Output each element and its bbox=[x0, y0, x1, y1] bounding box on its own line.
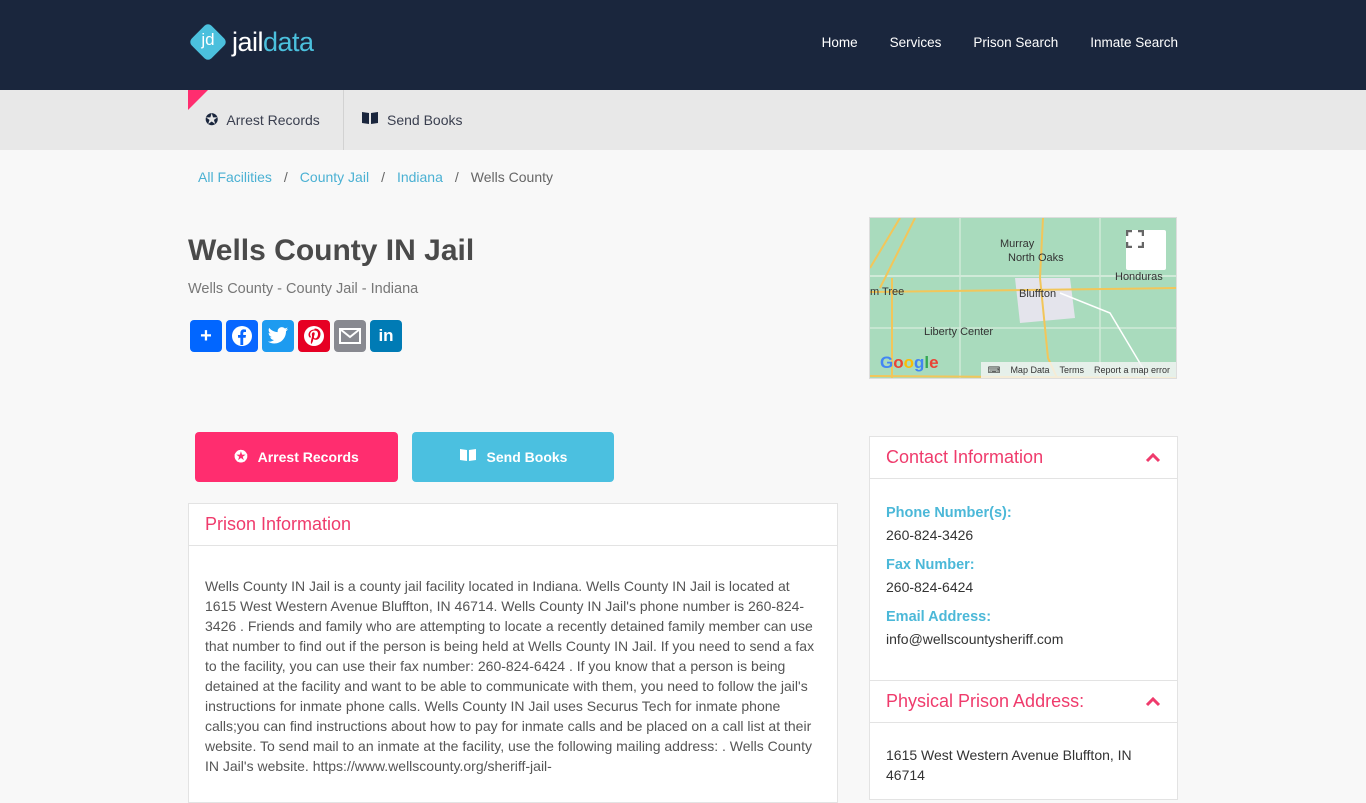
fullscreen-icon bbox=[1126, 230, 1144, 248]
map-label: Liberty Center bbox=[924, 326, 994, 338]
nav-inmate-search[interactable]: Inmate Search bbox=[1090, 35, 1178, 50]
arrest-records-button[interactable]: ✪ Arrest Records bbox=[195, 432, 398, 482]
breadcrumb-current: Wells County bbox=[470, 169, 553, 185]
phone-label: Phone Number(s): bbox=[886, 505, 1012, 521]
map-label: Honduras bbox=[1115, 271, 1163, 283]
fullscreen-button[interactable] bbox=[1126, 230, 1166, 270]
contact-information-panel: Contact Information Phone Number(s): 260… bbox=[869, 436, 1178, 681]
prison-information-panel: Prison Information Wells County IN Jail … bbox=[188, 503, 838, 803]
pinterest-icon[interactable] bbox=[298, 320, 330, 352]
panel-header[interactable]: Physical Prison Address: bbox=[870, 681, 1177, 723]
sub-nav: ✪ Arrest Records Send Books bbox=[0, 90, 1366, 150]
share-plus-icon[interactable]: + bbox=[190, 320, 222, 352]
site-header: jd jaildata Home Services Prison Search … bbox=[0, 0, 1366, 90]
breadcrumb: All Facilities / County Jail / Indiana /… bbox=[198, 169, 553, 185]
chevron-up-icon[interactable] bbox=[1145, 692, 1161, 711]
page-subtitle: Wells County - County Jail - Indiana bbox=[188, 281, 419, 297]
nav-home[interactable]: Home bbox=[822, 35, 858, 50]
address-value: 1615 West Western Avenue Bluffton, IN 46… bbox=[886, 747, 1132, 783]
subnav-send-books[interactable]: Send Books bbox=[361, 90, 463, 150]
map-terms-link[interactable]: Terms bbox=[1059, 365, 1084, 375]
subnav-divider bbox=[343, 90, 344, 150]
main-nav: Home Services Prison Search Inmate Searc… bbox=[822, 35, 1178, 50]
map-label: m Tree bbox=[870, 286, 905, 298]
email-value[interactable]: info@wellscountysheriff.com bbox=[886, 631, 1161, 647]
chevron-up-icon[interactable] bbox=[1145, 448, 1161, 467]
map-label: Bluffton bbox=[1019, 288, 1057, 300]
prison-description: Wells County IN Jail is a county jail fa… bbox=[205, 578, 815, 774]
map-label: North Oaks bbox=[1008, 252, 1064, 264]
sheriff-star-icon: ✪ bbox=[234, 449, 248, 466]
open-book-icon bbox=[459, 448, 477, 467]
sheriff-star-icon: ✪ bbox=[205, 112, 219, 129]
nav-prison-search[interactable]: Prison Search bbox=[973, 35, 1058, 50]
logo[interactable]: jd jaildata bbox=[188, 22, 314, 62]
breadcrumb-separator: / bbox=[283, 169, 288, 185]
email-icon[interactable] bbox=[334, 320, 366, 352]
page-title: Wells County IN Jail bbox=[188, 234, 475, 267]
keyboard-icon[interactable]: ⌨ bbox=[987, 365, 1000, 376]
panel-title: Contact Information bbox=[886, 447, 1044, 467]
nav-services[interactable]: Services bbox=[890, 35, 942, 50]
logo-text: jaildata bbox=[232, 26, 314, 57]
google-logo: Google bbox=[880, 353, 939, 372]
open-book-icon bbox=[361, 111, 379, 130]
map-label: Murray bbox=[1000, 238, 1035, 250]
subnav-arrest-records[interactable]: ✪ Arrest Records bbox=[205, 90, 320, 150]
share-bar: + in bbox=[190, 320, 402, 352]
panel-header[interactable]: Contact Information bbox=[870, 437, 1177, 479]
email-label: Email Address: bbox=[886, 609, 992, 625]
physical-address-panel: Physical Prison Address: 1615 West Weste… bbox=[869, 680, 1178, 800]
breadcrumb-county-jail[interactable]: County Jail bbox=[300, 169, 369, 185]
fax-value: 260-824-6424 bbox=[886, 579, 974, 595]
map-report-error-link[interactable]: Report a map error bbox=[1094, 365, 1170, 375]
breadcrumb-indiana[interactable]: Indiana bbox=[397, 169, 443, 185]
contact-details: Phone Number(s): 260-824-3426 Fax Number… bbox=[870, 479, 1177, 647]
facebook-icon[interactable] bbox=[226, 320, 258, 352]
logo-mark-icon: jd bbox=[188, 22, 228, 62]
map-data-link[interactable]: Map Data bbox=[1010, 365, 1049, 375]
fax-label: Fax Number: bbox=[886, 557, 975, 573]
linkedin-icon[interactable]: in bbox=[370, 320, 402, 352]
panel-title: Physical Prison Address: bbox=[886, 691, 1085, 711]
send-books-button[interactable]: Send Books bbox=[412, 432, 614, 482]
phone-value[interactable]: 260-824-3426 bbox=[886, 527, 1161, 543]
breadcrumb-all-facilities[interactable]: All Facilities bbox=[198, 169, 272, 185]
map-footer: ⌨ Map Data Terms Report a map error bbox=[981, 362, 1176, 378]
location-map[interactable]: Murray North Oaks Honduras m Tree Blufft… bbox=[869, 217, 1177, 379]
twitter-icon[interactable] bbox=[262, 320, 294, 352]
breadcrumb-separator: / bbox=[454, 169, 459, 185]
breadcrumb-separator: / bbox=[381, 169, 385, 185]
panel-header: Prison Information bbox=[189, 504, 837, 546]
panel-title: Prison Information bbox=[205, 514, 352, 534]
